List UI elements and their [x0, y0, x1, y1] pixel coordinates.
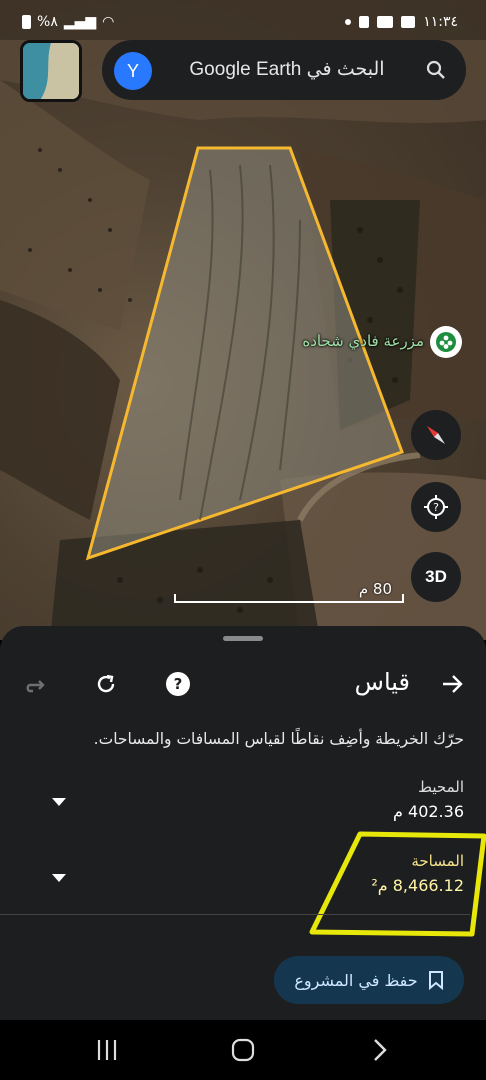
gallery-icon	[401, 16, 416, 28]
help-icon[interactable]: ?	[164, 670, 192, 698]
save-to-project-button[interactable]: حفظ في المشروع	[274, 956, 464, 1004]
reset-icon[interactable]	[92, 670, 120, 698]
3d-toggle-button[interactable]: 3D	[411, 552, 461, 602]
alert-icon	[359, 16, 370, 28]
svg-text:?: ?	[433, 501, 439, 514]
account-avatar[interactable]: Y	[114, 52, 152, 90]
back-icon[interactable]	[364, 1036, 394, 1064]
status-right: ١١:٣٤	[345, 14, 458, 30]
measure-header: ? قياس	[0, 664, 486, 704]
area-value: 8,466.12 م²	[371, 876, 464, 895]
status-left: %٨ ▂▄▆ ◠	[22, 14, 114, 30]
system-navbar	[0, 1020, 486, 1080]
divider	[0, 914, 470, 915]
place-label[interactable]: مزرعة فادي شحاده	[302, 332, 424, 350]
search-icon[interactable]	[424, 58, 448, 82]
recents-icon[interactable]	[92, 1036, 122, 1064]
battery-icon	[22, 15, 31, 29]
youtube-icon	[377, 16, 394, 28]
compass-button[interactable]	[411, 410, 461, 460]
area-label: المساحة	[411, 852, 464, 870]
my-location-button[interactable]: ?	[411, 482, 461, 532]
signal-icon: ▂▄▆	[63, 14, 97, 30]
measure-title: قياس	[354, 668, 410, 696]
svg-text:?: ?	[174, 675, 183, 693]
perimeter-metric: المحيط 402.36 م	[264, 778, 464, 821]
chevron-down-icon[interactable]	[52, 798, 66, 806]
scale-bar: 80 م	[174, 580, 404, 604]
bookmark-icon	[428, 971, 443, 990]
perimeter-label: المحيط	[418, 778, 464, 796]
wifi-icon: ◠	[102, 14, 115, 30]
drag-handle[interactable]	[223, 636, 263, 641]
area-metric: المساحة 8,466.12 م²	[264, 852, 464, 895]
measure-instructions: حرّك الخريطة وأضِف نقاطًا لقياس المسافات…	[93, 730, 464, 748]
back-arrow-icon[interactable]	[438, 670, 466, 698]
clock: ١١:٣٤	[423, 14, 458, 30]
location-icon: ?	[424, 495, 448, 519]
perimeter-value: 402.36 م	[393, 802, 464, 821]
map-style-thumbnail[interactable]	[20, 40, 82, 102]
search-input[interactable]: البحث في Google Earth	[166, 58, 408, 81]
measure-sheet: ? قياس حرّك الخريطة وأضِف نقاطًا لقياس ا…	[0, 626, 486, 1020]
save-label: حفظ في المشروع	[294, 970, 418, 990]
redo-icon[interactable]	[22, 670, 50, 698]
place-pin-icon[interactable]	[430, 326, 462, 358]
battery-percent: %٨	[37, 14, 58, 30]
compass-icon	[427, 426, 445, 444]
status-bar: %٨ ▂▄▆ ◠ ١١:٣٤	[0, 0, 486, 40]
search-bar[interactable]: Y البحث في Google Earth	[102, 40, 466, 100]
scale-label: 80 م	[358, 580, 392, 598]
home-icon[interactable]	[228, 1036, 258, 1064]
notification-dot-icon	[345, 19, 352, 25]
chevron-down-icon[interactable]	[52, 874, 66, 882]
